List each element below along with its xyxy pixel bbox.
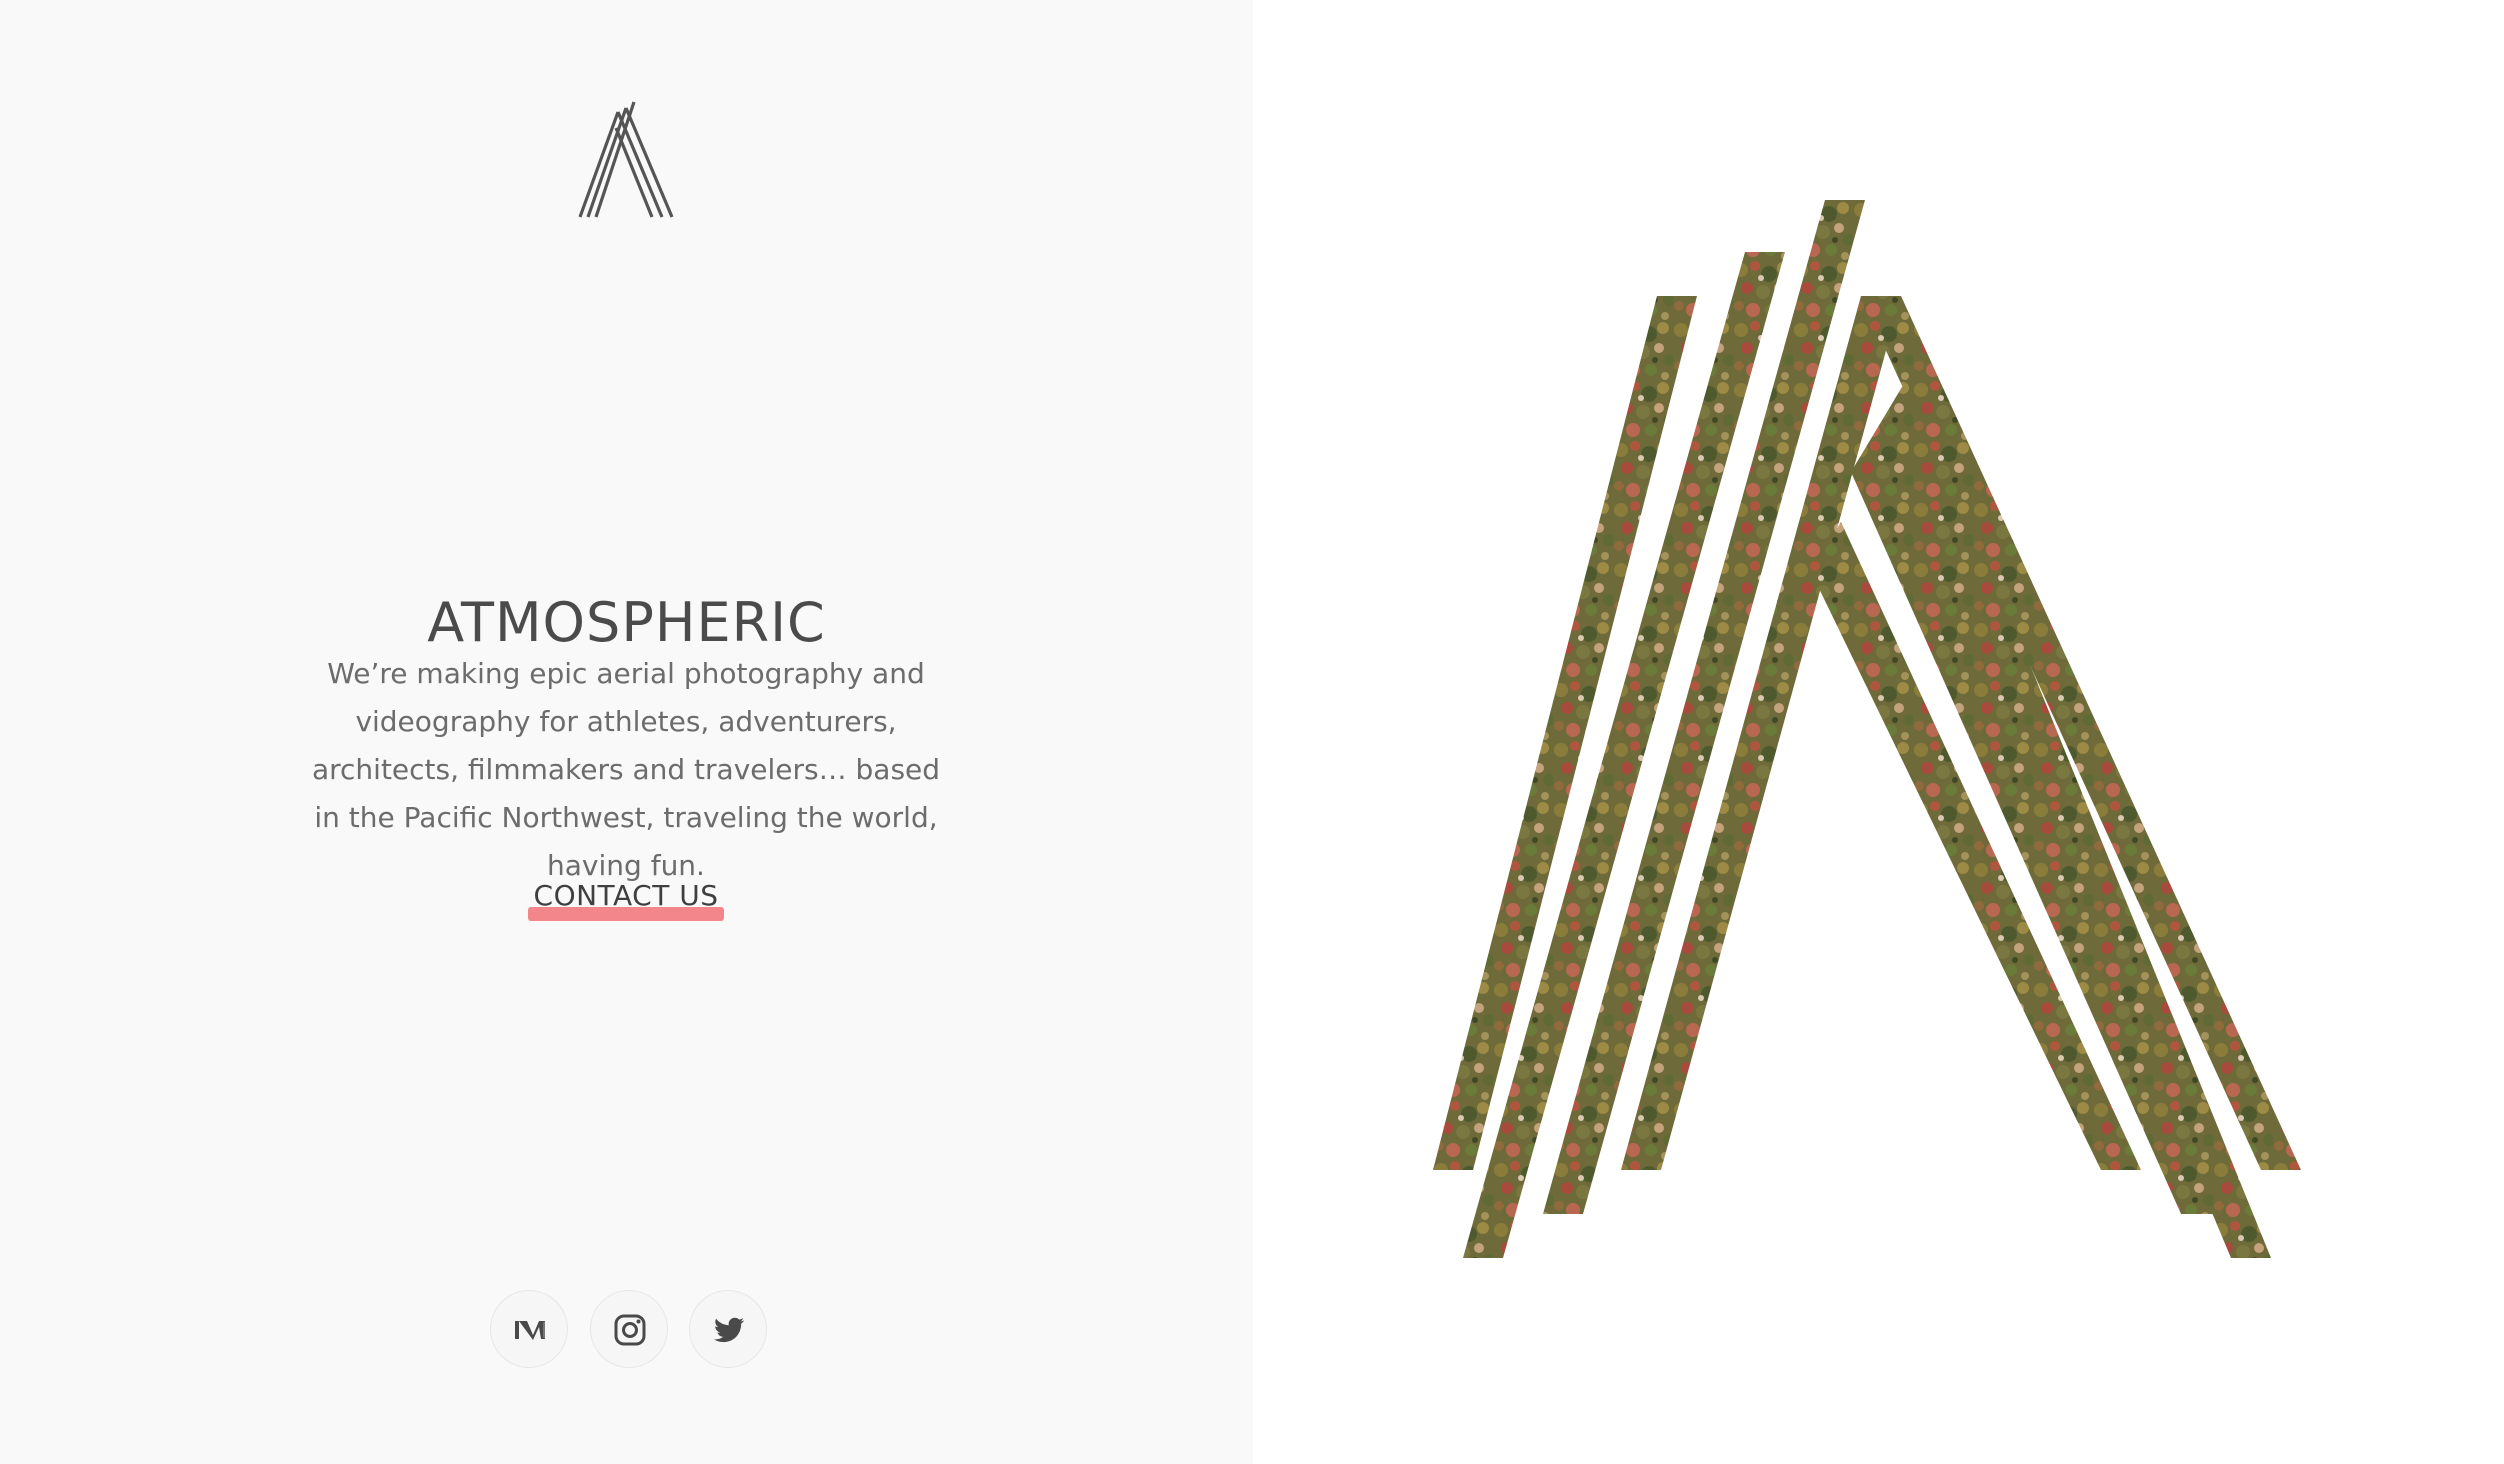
medium-icon bbox=[515, 1321, 545, 1340]
twitter-button[interactable] bbox=[689, 1290, 767, 1368]
atmospheric-logo-icon[interactable] bbox=[576, 100, 676, 220]
instagram-button[interactable] bbox=[590, 1290, 668, 1368]
landing-page: ATMOSPHERIC We’re making epic aerial pho… bbox=[0, 0, 2504, 1464]
aerial-a-mark-icon bbox=[1433, 200, 2301, 1258]
twitter-icon bbox=[714, 1317, 745, 1343]
medium-button[interactable] bbox=[490, 1290, 568, 1368]
instagram-icon bbox=[614, 1314, 646, 1346]
site-title: ATMOSPHERIC bbox=[427, 591, 826, 655]
contact-us-label: CONTACT US bbox=[533, 879, 719, 912]
intro-panel: ATMOSPHERIC We’re making epic aerial pho… bbox=[0, 0, 1253, 1464]
site-description: We’re making epic aerial photography and… bbox=[311, 657, 941, 882]
hero-panel bbox=[1253, 0, 2504, 1464]
contact-us-link[interactable]: CONTACT US bbox=[526, 876, 726, 926]
social-links bbox=[488, 1290, 768, 1370]
